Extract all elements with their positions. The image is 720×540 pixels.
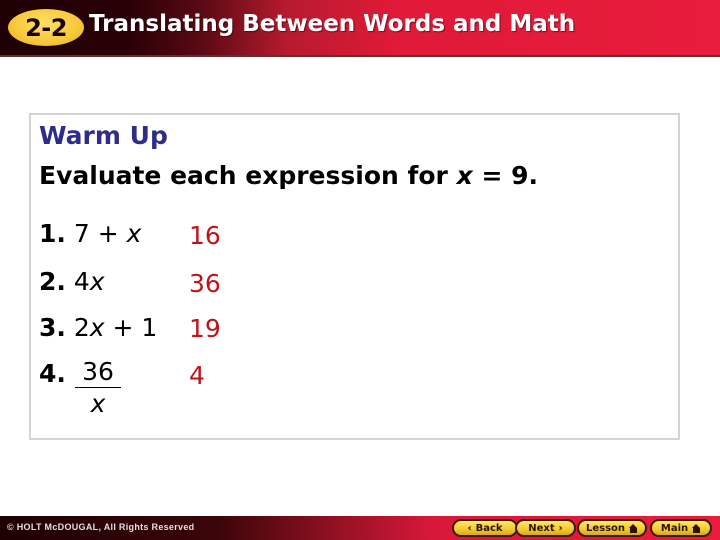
warmup-heading: Warm Up [39, 121, 168, 150]
expression-part-end: + 1 [104, 313, 158, 342]
problem-number: 4. [39, 359, 66, 388]
instruction-text: Evaluate each expression for [39, 161, 457, 190]
answer-2: 36 [189, 269, 221, 298]
problem-4: 4. [39, 359, 66, 388]
answer-1: 16 [189, 221, 221, 250]
problem-number: 3. [39, 313, 66, 342]
problem-3: 3. 2x + 1 [39, 313, 157, 342]
slide-footer: © HOLT McDOUGAL, All Rights Reserved ‹ B… [0, 516, 720, 540]
problem-1: 1. 7 + x [39, 219, 141, 248]
lesson-label: Lesson [585, 522, 626, 534]
warmup-instruction: Evaluate each expression for x = 9. [39, 161, 538, 190]
expression-variable: x [89, 313, 105, 342]
slide-header: 2-2 Translating Between Words and Math [0, 0, 720, 57]
warmup-card: Warm Up Evaluate each expression for x =… [29, 113, 680, 440]
back-label: Back [475, 522, 503, 534]
copyright-text: © HOLT McDOUGAL, All Rights Reserved [7, 522, 195, 532]
slide-title: Translating Between Words and Math [89, 11, 576, 37]
lesson-button[interactable]: Lesson [577, 519, 647, 537]
fraction-bar [75, 387, 121, 388]
chevron-left-icon: ‹ [467, 522, 472, 534]
expression-variable: x [126, 219, 142, 248]
back-button[interactable]: ‹ Back [452, 519, 518, 537]
lesson-number: 2-2 [25, 13, 67, 42]
fraction-denominator: x [90, 389, 106, 418]
instruction-variable: x [456, 161, 473, 190]
lesson-number-badge: 2-2 [8, 9, 84, 46]
expression-variable: x [89, 267, 105, 296]
problem-number: 2. [39, 267, 66, 296]
home-icon [629, 523, 638, 533]
next-button[interactable]: Next › [515, 519, 576, 537]
chevron-right-icon: › [558, 522, 563, 534]
main-button[interactable]: Main [650, 519, 712, 537]
expression-part: 2 [73, 313, 90, 342]
problem-2: 2. 4x [39, 267, 105, 296]
fraction-numerator: 36 [82, 357, 114, 386]
home-icon [692, 523, 701, 533]
expression-part: 4 [73, 267, 90, 296]
instruction-text-end: = 9. [472, 161, 538, 190]
answer-4: 4 [189, 361, 205, 390]
answer-3: 19 [189, 314, 221, 343]
problem-number: 1. [39, 219, 66, 248]
next-label: Next [528, 522, 555, 534]
main-label: Main [660, 522, 689, 534]
expression-part: 7 + [73, 219, 127, 248]
